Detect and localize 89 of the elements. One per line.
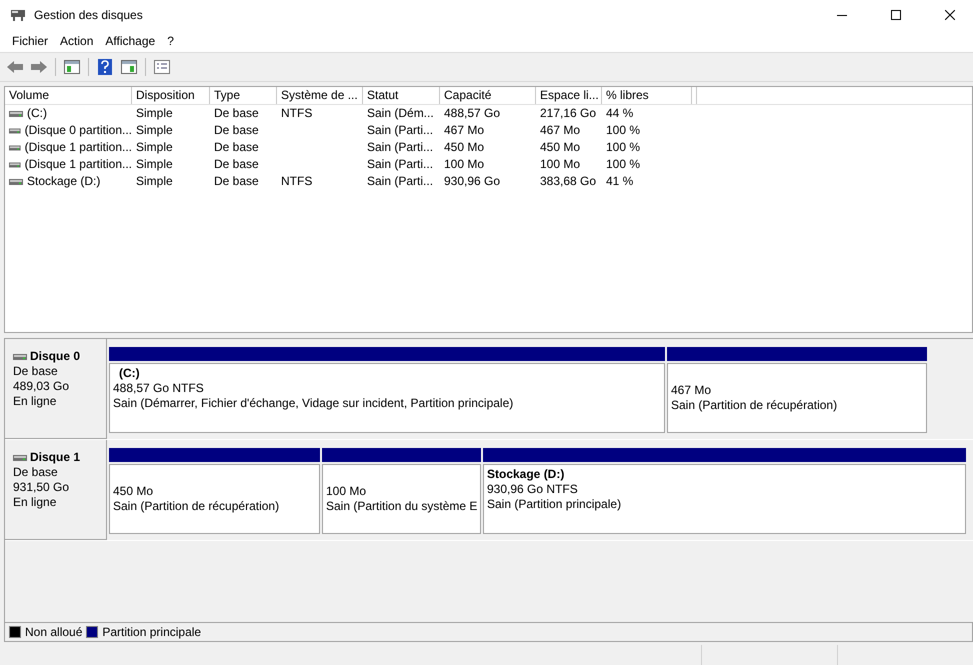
partition-name: Stockage (D:) (487, 467, 566, 482)
table-cell: (Disque 0 partition... (24, 122, 132, 139)
partition-status: Sain (Partition de récupération) (113, 499, 280, 514)
table-cell: 383,68 Go (540, 173, 596, 190)
table-cell: (C:) (27, 105, 47, 122)
table-cell: 450 Mo (540, 139, 580, 156)
partition-area[interactable]: 467 Mo Sain (Partition de récupération) (667, 363, 927, 433)
table-cell: Simple (136, 122, 173, 139)
window-title: Gestion des disques (34, 8, 144, 22)
properties-icon[interactable] (152, 57, 172, 77)
partition-size: 450 Mo (113, 484, 154, 499)
table-cell: Simple (136, 156, 173, 173)
table-cell: Sain (Dém... (367, 105, 434, 122)
table-cell: Stockage (D:) (27, 173, 100, 190)
table-cell: Sain (Parti... (367, 173, 434, 190)
partition-size: 930,96 Go NTFS (487, 482, 579, 497)
partition-name: (C:) (118, 366, 141, 381)
table-cell: Simple (136, 139, 173, 156)
partition-status: Sain (Partition principale) (487, 497, 622, 512)
table-cell: De base (214, 139, 259, 156)
legend-label: Non alloué (25, 625, 82, 639)
table-cell: 450 Mo (444, 139, 484, 156)
partition-status: Sain (Démarrer, Fichier d'échange, Vidage sur incident, Partition principale) (113, 396, 514, 411)
partition-area[interactable]: 100 Mo Sain (Partition du système E (322, 464, 481, 534)
disk-status: En ligne (13, 495, 58, 510)
table-cell: 100 % (606, 156, 640, 173)
console-tree-icon[interactable] (62, 57, 82, 77)
partition-area[interactable]: (C:) 488,57 Go NTFS Sain (Démarrer, Fichier d'échange, Vidage sur incident, Partition principale) (109, 363, 665, 433)
menu-item[interactable]: Affichage (99, 34, 162, 48)
partition-status: Sain (Partition du système E (326, 499, 477, 514)
table-cell: 41 % (606, 173, 634, 190)
disk-management-icon (10, 8, 26, 22)
disk-name: Disque 0 (30, 349, 80, 364)
table-cell: De base (214, 156, 259, 173)
table-cell: De base (214, 173, 259, 190)
drive-icon (9, 160, 21, 168)
partition-area[interactable]: 450 Mo Sain (Partition de récupération) (109, 464, 320, 534)
table-cell: Simple (136, 105, 173, 122)
table-cell: 100 Mo (444, 156, 484, 173)
column-header[interactable]: % libres (602, 87, 692, 104)
menu-item[interactable]: ? (161, 34, 180, 48)
help-icon[interactable] (95, 57, 115, 77)
maximize-icon[interactable] (891, 10, 901, 20)
table-cell: 488,57 Go (444, 105, 500, 122)
menu-item[interactable]: Action (54, 34, 100, 48)
table-cell: De base (214, 105, 259, 122)
legend-label: Partition principale (102, 625, 202, 639)
column-header[interactable]: Volume (5, 87, 132, 104)
table-cell: 100 % (606, 122, 640, 139)
table-cell: 100 % (606, 139, 640, 156)
table-cell: De base (214, 122, 259, 139)
table-cell: NTFS (281, 105, 312, 122)
table-cell: 467 Mo (540, 122, 580, 139)
partition-size: 488,57 Go NTFS (113, 381, 205, 396)
column-header[interactable]: Statut (363, 87, 440, 104)
partition-area[interactable]: Stockage (D:) 930,96 Go NTFS Sain (Partition principale) (483, 464, 966, 534)
column-header[interactable]: Type (210, 87, 277, 104)
column-header[interactable]: Capacité (440, 87, 536, 104)
partition-size: 100 Mo (326, 484, 368, 499)
column-header[interactable]: Espace li... (536, 87, 602, 104)
table-cell: Sain (Parti... (367, 122, 434, 139)
drive-icon (9, 144, 21, 152)
drive-icon (9, 110, 23, 118)
partition-status: Sain (Partition de récupération) (671, 398, 838, 413)
close-icon[interactable] (945, 10, 955, 20)
table-cell: (Disque 1 partition... (24, 156, 132, 173)
disk-type: De base (13, 465, 59, 480)
table-cell: Simple (136, 173, 173, 190)
column-header[interactable]: Système de ... (277, 87, 363, 104)
menu-item[interactable]: Fichier (6, 34, 54, 48)
action-pane-icon[interactable] (119, 57, 139, 77)
disk-type: De base (13, 364, 59, 379)
drive-icon (9, 126, 21, 134)
table-cell: (Disque 1 partition... (24, 139, 132, 156)
disk-size: 489,03 Go (13, 379, 70, 394)
table-cell: 100 Mo (540, 156, 580, 173)
table-cell: 44 % (606, 105, 634, 122)
disk-name: Disque 1 (30, 450, 80, 465)
table-cell: NTFS (281, 173, 312, 190)
table-cell: 217,16 Go (540, 105, 596, 122)
partition-size: 467 Mo (671, 383, 712, 398)
drive-icon (9, 178, 23, 186)
column-header[interactable]: Disposition (132, 87, 210, 104)
disk-size: 931,50 Go (13, 480, 70, 495)
table-cell: Sain (Parti... (367, 156, 434, 173)
disk-status: En ligne (13, 394, 58, 409)
table-cell: 930,96 Go (444, 173, 500, 190)
table-cell: 467 Mo (444, 122, 484, 139)
table-cell: Sain (Parti... (367, 139, 434, 156)
